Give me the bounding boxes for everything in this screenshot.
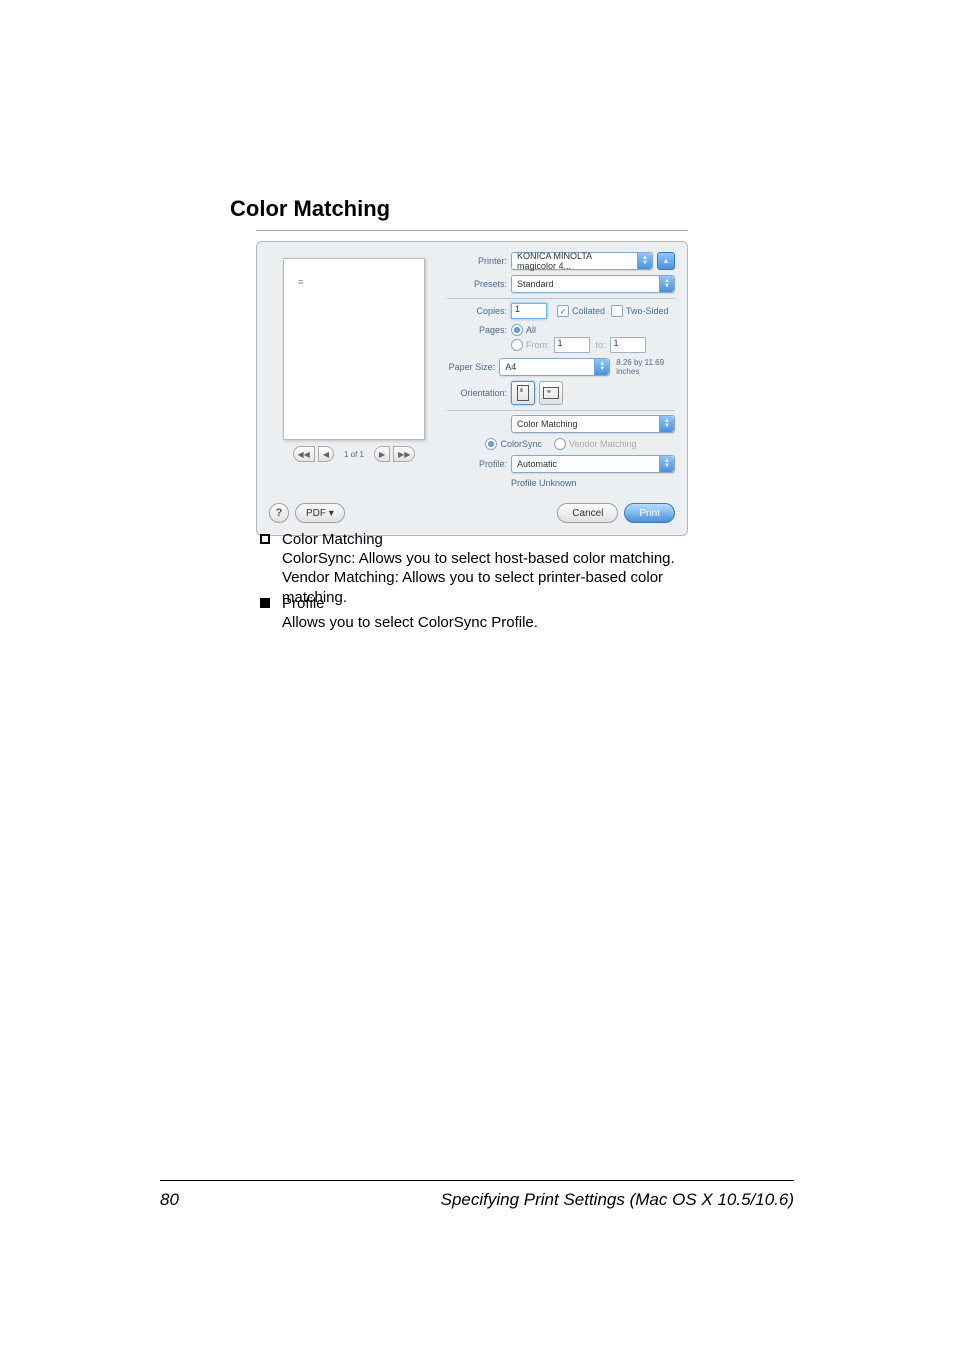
bullet-color-matching-title: Color Matching xyxy=(282,530,383,549)
twosided-label: Two-Sided xyxy=(626,306,669,316)
papersize-value: A4 xyxy=(505,362,516,372)
print-preview-page: ≡ xyxy=(283,258,425,440)
collated-label: Collated xyxy=(572,306,605,316)
pages-all-radio[interactable] xyxy=(511,324,523,336)
collated-checkbox[interactable]: ✓ xyxy=(557,305,569,317)
profile-select[interactable]: Automatic ▲▼ xyxy=(511,455,675,473)
cancel-button[interactable]: Cancel xyxy=(557,503,618,523)
pane-select[interactable]: Color Matching ▲▼ xyxy=(511,415,675,433)
pages-to-label: to: xyxy=(596,340,606,350)
papersize-select[interactable]: A4 ▲▼ xyxy=(499,358,610,376)
presets-select[interactable]: Standard ▲▼ xyxy=(511,275,675,293)
print-dialog: ≡ ◀◀ ◀ 1 of 1 ▶ ▶▶ Printer: KONICA MIN xyxy=(256,241,688,536)
pane-value: Color Matching xyxy=(517,419,578,429)
footer-text: Specifying Print Settings (Mac OS X 10.5… xyxy=(441,1190,794,1210)
pages-all-label: All xyxy=(526,325,536,335)
colorsync-label: ColorSync xyxy=(500,439,542,449)
pdf-menu-button[interactable]: PDF ▾ xyxy=(295,503,345,523)
nav-page-indicator: 1 of 1 xyxy=(338,450,370,459)
updown-icon: ▲▼ xyxy=(659,416,674,432)
nav-last-button[interactable]: ▶▶ xyxy=(393,446,415,462)
presets-label: Presets: xyxy=(447,279,511,289)
orientation-label: Orientation: xyxy=(447,388,511,398)
portrait-icon xyxy=(517,385,529,401)
copies-label: Copies: xyxy=(447,306,511,316)
nav-first-button[interactable]: ◀◀ xyxy=(293,446,315,462)
print-dialog-screenshot: ≡ ◀◀ ◀ 1 of 1 ▶ ▶▶ Printer: KONICA MIN xyxy=(256,230,688,536)
orientation-portrait-button[interactable] xyxy=(511,381,535,405)
colorsync-radio[interactable] xyxy=(485,438,497,450)
bullet-icon xyxy=(260,598,270,608)
profile-status-text: Profile Unknown xyxy=(511,478,577,488)
printer-status-button[interactable]: ▲ xyxy=(657,252,675,270)
help-button[interactable]: ? xyxy=(269,503,289,523)
preview-page-nav: ◀◀ ◀ 1 of 1 ▶ ▶▶ xyxy=(293,446,416,462)
landscape-icon xyxy=(543,387,559,399)
updown-icon: ▲▼ xyxy=(659,276,674,292)
papersize-label: Paper Size: xyxy=(447,362,499,372)
profile-label: Profile: xyxy=(447,459,511,469)
printer-value: KONICA MINOLTA magicolor 4... xyxy=(517,251,632,271)
preview-glyph: ≡ xyxy=(298,277,303,287)
pages-from-radio[interactable] xyxy=(511,339,523,351)
presets-value: Standard xyxy=(517,279,554,289)
nav-prev-button[interactable]: ◀ xyxy=(318,446,334,462)
papersize-info: 8.26 by 11.69 inches xyxy=(616,358,675,376)
updown-icon: ▲▼ xyxy=(637,253,652,269)
vendor-matching-radio[interactable] xyxy=(554,438,566,450)
printer-select[interactable]: KONICA MINOLTA magicolor 4... ▲▼ xyxy=(511,252,653,270)
print-button[interactable]: Print xyxy=(624,503,675,523)
profile-value: Automatic xyxy=(517,459,557,469)
orientation-landscape-button[interactable] xyxy=(539,381,563,405)
pages-to-input[interactable]: 1 xyxy=(610,337,646,353)
bullet-profile-title: Profile xyxy=(282,594,325,613)
pages-from-input[interactable]: 1 xyxy=(554,337,590,353)
pages-from-label: From: xyxy=(526,340,550,350)
page-number: 80 xyxy=(160,1190,179,1210)
vendor-matching-label: Vendor Matching xyxy=(569,439,637,449)
bullet-icon xyxy=(260,534,270,544)
bullet-color-matching-line1: ColorSync: Allows you to select host-bas… xyxy=(282,549,710,568)
pages-label: Pages: xyxy=(447,325,511,335)
updown-icon: ▲▼ xyxy=(594,359,609,375)
updown-icon: ▲▼ xyxy=(659,456,674,472)
footer-rule xyxy=(160,1180,794,1181)
twosided-checkbox[interactable] xyxy=(611,305,623,317)
copies-input[interactable]: 1 xyxy=(511,303,547,319)
printer-label: Printer: xyxy=(447,256,511,266)
bullet-profile-line1: Allows you to select ColorSync Profile. xyxy=(282,613,710,632)
section-heading: Color Matching xyxy=(230,196,390,222)
nav-next-button[interactable]: ▶ xyxy=(374,446,390,462)
